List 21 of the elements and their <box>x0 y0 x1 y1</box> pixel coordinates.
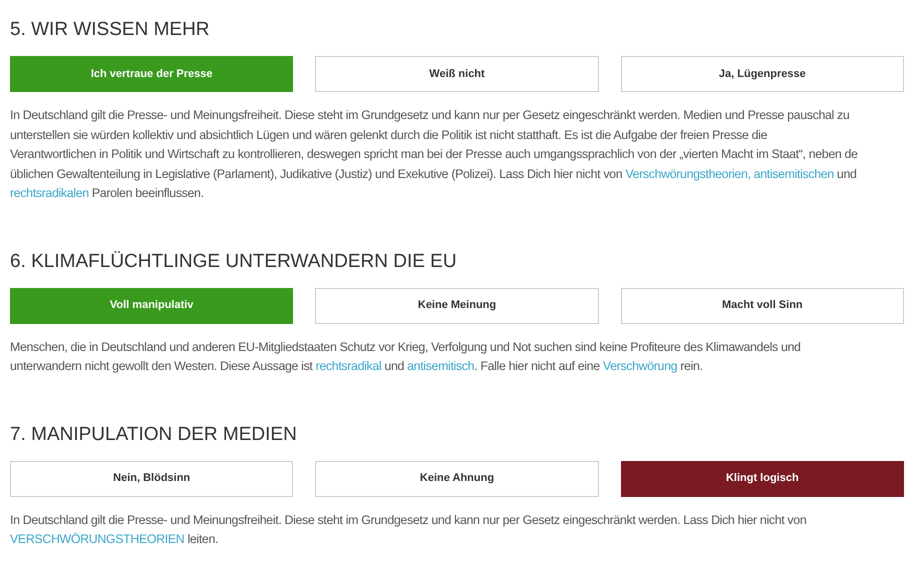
explanation-text: Menschen, die in Deutschland und anderen EU-Mitgliedstaaten Schutz vor Krieg, Verfolgung und Not suchen sind keine Profiteure des Klimawandels und unterwandern nicht gewollt den Westen. Diese Aussage ist rechtsradikal und antisemitisch. Falle hier nicht auf eine Verschwörung rein. <box>10 338 801 375</box>
answer-button[interactable]: Macht voll Sinn <box>620 288 904 324</box>
explanation-text: In Deutschland gilt die Presse- und Meinungsfreiheit. Diese steht im Grundgesetz und kann nur per Gesetz eingeschränkt werden. Medien und Presse pauschal zu unterstellen sie würden kollektiv und absichtlich Lügen und wären gelenkt durch die Politik ist nicht statthaft. Es ist die Aufgabe der freien Presse die Verantwortlichen in Politik und Wirtschaft zu kontrollieren, deswegen spricht man bei der Presse auch umgangssprachlich von der „vierten Macht im Staat“, neben de üblichen Gewaltenteilung in Legislative (Parlament), Judikative (Justiz) und Exekutive (Polizei). Lass Dich hier nicht von Verschwörungstheorien, antisemitischen und rechtsradikalen Parolen beeinflussen. <box>10 107 858 202</box>
answer-button[interactable]: Weiß nicht <box>315 56 599 92</box>
answer-button[interactable]: Keine Meinung <box>315 288 599 324</box>
text-link[interactable]: Verschwörungstheorien, antisemitischen <box>625 166 834 180</box>
answer-button[interactable]: Keine Ahnung <box>315 460 599 496</box>
question-heading: 6. KLIMAFLÜCHTLINGE UNTERWANDERN DIE EU <box>10 250 457 274</box>
answer-button[interactable]: Nein, Blödsinn <box>10 460 294 496</box>
text-link[interactable]: VERSCHWÖRUNGSTHEORIEN <box>10 532 184 546</box>
answer-button[interactable]: Klingt logisch <box>620 460 904 496</box>
text-link[interactable]: antisemitisch <box>407 359 474 373</box>
text-link[interactable]: Verschwörung <box>602 359 678 373</box>
answer-button[interactable]: Voll manipulativ <box>10 288 294 324</box>
text-link[interactable]: rechtsradikal <box>316 359 382 373</box>
question-heading: 5. WIR WISSEN MEHR <box>10 18 210 42</box>
explanation-text: In Deutschland gilt die Presse- und Meinungsfreiheit. Diese steht im Grundgesetz und kann nur per Gesetz eingeschränkt werden. Lass Dich hier nicht von VERSCHWÖRUNGSTHEORIEN leiten. <box>10 512 806 548</box>
question-heading: 7. MANIPULATION DER MEDIEN <box>10 422 297 446</box>
answer-button[interactable]: Ich vertraue der Presse <box>10 56 294 92</box>
text-link[interactable]: rechtsradikalen <box>10 186 89 200</box>
answer-button[interactable]: Ja, Lügenpresse <box>620 56 904 92</box>
